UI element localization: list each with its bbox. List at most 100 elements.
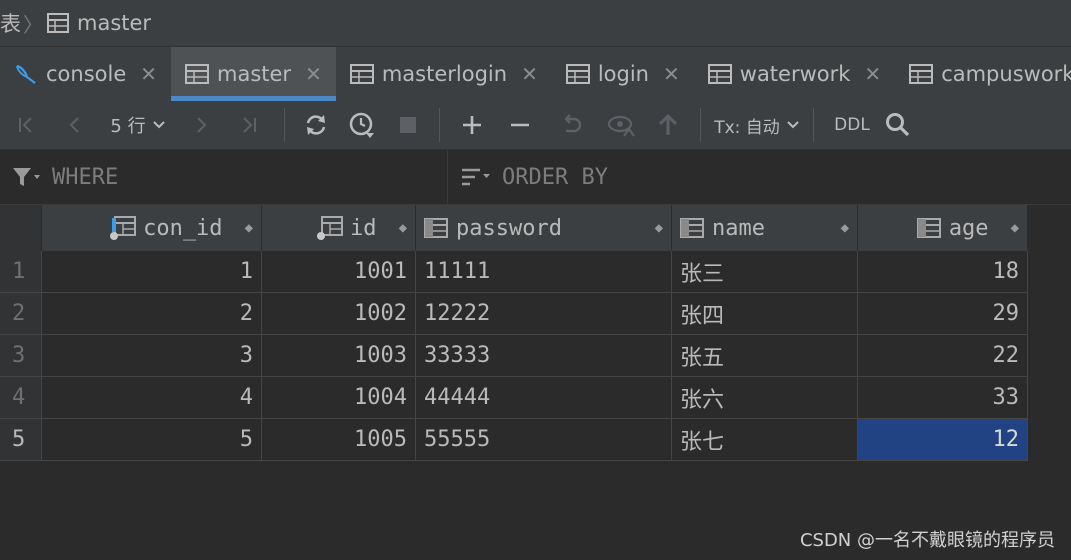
rows-count-dropdown[interactable]: 5 行 xyxy=(98,101,178,149)
tab-label: console xyxy=(46,62,127,86)
filter-icon xyxy=(13,168,40,186)
cell-id[interactable]: 1001 xyxy=(262,251,416,293)
column-header-age[interactable]: age ◆ xyxy=(858,205,1028,251)
tab-label: campuswork xyxy=(941,62,1071,86)
watermark: CSDN @一名不戴眼镜的程序员 xyxy=(799,530,1055,551)
close-icon[interactable]: ✕ xyxy=(864,62,881,86)
cell-name[interactable]: 张四 xyxy=(672,293,858,335)
cell-age[interactable]: 22 xyxy=(858,335,1028,377)
key-column-icon xyxy=(317,216,344,240)
cell-name[interactable]: 张七 xyxy=(672,419,858,461)
table-icon xyxy=(349,64,374,84)
cell-age-selected[interactable]: 12 xyxy=(858,419,1028,461)
row-number[interactable]: 5 xyxy=(0,419,42,461)
close-icon[interactable]: ✕ xyxy=(305,62,322,86)
table-icon xyxy=(909,64,934,84)
tab-label: waterwork xyxy=(739,62,851,86)
cell-password[interactable]: 44444 xyxy=(416,377,672,419)
refresh-icon[interactable] xyxy=(295,101,337,149)
row-number-header xyxy=(0,205,42,251)
table-row: 5 5 1005 55555 张七 12 xyxy=(0,419,1028,461)
column-header-password[interactable]: password ◆ xyxy=(416,205,672,251)
row-number[interactable]: 3 xyxy=(0,335,42,377)
breadcrumb-current[interactable]: master xyxy=(47,11,151,35)
column-header-id[interactable]: id ◆ xyxy=(262,205,416,251)
cell-age[interactable]: 29 xyxy=(858,293,1028,335)
close-icon[interactable]: ✕ xyxy=(663,62,680,86)
cell-con-id[interactable]: 2 xyxy=(42,293,262,335)
ddl-label: DDL xyxy=(834,115,870,135)
submit-icon[interactable] xyxy=(646,101,690,149)
cell-id[interactable]: 1005 xyxy=(262,419,416,461)
transaction-mode-dropdown[interactable]: Tx: 自动 xyxy=(711,101,803,149)
console-icon xyxy=(16,64,36,84)
sort-toggle-icon[interactable]: ◆ xyxy=(399,220,407,236)
tab-label: login xyxy=(597,62,649,86)
column-header-name[interactable]: name ◆ xyxy=(672,205,858,251)
preview-changes-icon[interactable] xyxy=(596,101,646,149)
table-icon xyxy=(565,64,590,84)
stop-icon[interactable] xyxy=(387,101,429,149)
filter-bar: WHERE ORDER BY xyxy=(0,150,1071,205)
tab-masterlogin[interactable]: masterlogin ✕ xyxy=(336,47,552,101)
cell-name[interactable]: 张六 xyxy=(672,377,858,419)
sort-toggle-icon[interactable]: ◆ xyxy=(655,220,663,236)
tab-waterwork[interactable]: waterwork ✕ xyxy=(694,47,895,101)
tab-console[interactable]: console ✕ xyxy=(0,47,171,101)
where-filter-input[interactable]: WHERE xyxy=(0,150,448,204)
cell-name[interactable]: 张五 xyxy=(672,335,858,377)
delete-row-icon[interactable] xyxy=(494,101,546,149)
close-icon[interactable]: ✕ xyxy=(521,62,538,86)
cell-age[interactable]: 33 xyxy=(858,377,1028,419)
revert-icon[interactable] xyxy=(546,101,596,149)
cell-con-id[interactable]: 1 xyxy=(42,251,262,293)
history-icon[interactable] xyxy=(337,101,387,149)
breadcrumb: 表 〉 master xyxy=(0,0,1071,47)
close-icon[interactable]: ✕ xyxy=(140,62,157,86)
add-row-icon[interactable] xyxy=(450,101,494,149)
tab-campuswork[interactable]: campuswork xyxy=(895,47,1071,101)
breadcrumb-current-label: master xyxy=(77,11,152,35)
row-number[interactable]: 4 xyxy=(0,377,42,419)
previous-page-icon[interactable] xyxy=(52,101,98,149)
first-page-icon[interactable] xyxy=(0,101,52,149)
search-icon[interactable] xyxy=(880,101,916,149)
last-page-icon[interactable] xyxy=(224,101,274,149)
row-number[interactable]: 1 xyxy=(0,251,42,293)
editor-tabs: console ✕ master ✕ masterlogin ✕ login ✕… xyxy=(0,47,1071,102)
cell-con-id[interactable]: 3 xyxy=(42,335,262,377)
cell-password[interactable]: 12222 xyxy=(416,293,672,335)
tab-label: masterlogin xyxy=(381,62,508,86)
cell-name[interactable]: 张三 xyxy=(672,251,858,293)
cell-con-id[interactable]: 5 xyxy=(42,419,262,461)
breadcrumb-parent[interactable]: 表 xyxy=(0,8,21,38)
cell-age[interactable]: 18 xyxy=(858,251,1028,293)
sort-toggle-icon[interactable]: ◆ xyxy=(245,220,253,236)
column-label: age xyxy=(948,215,989,241)
grid-header: con_id ◆ id ◆ password ◆ name ◆ age ◆ xyxy=(0,205,1028,251)
toolbar-divider xyxy=(700,108,701,142)
cell-password[interactable]: 33333 xyxy=(416,335,672,377)
table-row: 1 1 1001 11111 张三 18 xyxy=(0,251,1028,293)
row-number[interactable]: 2 xyxy=(0,293,42,335)
sort-toggle-icon[interactable]: ◆ xyxy=(1011,220,1019,236)
next-page-icon[interactable] xyxy=(178,101,224,149)
cell-id[interactable]: 1004 xyxy=(262,377,416,419)
cell-password[interactable]: 55555 xyxy=(416,419,672,461)
cell-id[interactable]: 1003 xyxy=(262,335,416,377)
table-icon xyxy=(47,13,69,33)
order-by-input[interactable]: ORDER BY xyxy=(448,150,608,204)
sort-toggle-icon[interactable]: ◆ xyxy=(841,220,849,236)
tab-label: master xyxy=(217,62,292,86)
tab-login[interactable]: login ✕ xyxy=(552,47,694,101)
tab-master[interactable]: master ✕ xyxy=(171,47,336,101)
cell-id[interactable]: 1002 xyxy=(262,293,416,335)
column-icon xyxy=(680,218,704,238)
result-grid: con_id ◆ id ◆ password ◆ name ◆ age ◆ 1 … xyxy=(0,205,1028,461)
ddl-button[interactable]: DDL xyxy=(824,101,880,149)
column-header-con-id[interactable]: con_id ◆ xyxy=(42,205,262,251)
column-label: con_id xyxy=(143,215,223,241)
cell-password[interactable]: 11111 xyxy=(416,251,672,293)
cell-con-id[interactable]: 4 xyxy=(42,377,262,419)
chevron-down-icon xyxy=(787,121,799,129)
